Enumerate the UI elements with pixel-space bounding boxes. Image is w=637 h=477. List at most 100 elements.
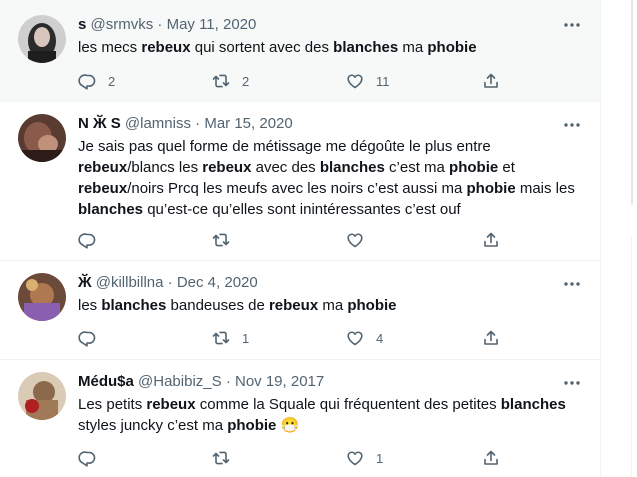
highlighted-term: phobie — [449, 159, 499, 176]
avatar[interactable] — [18, 114, 66, 162]
avatar[interactable] — [18, 273, 66, 321]
display-name[interactable]: Ӂ — [78, 274, 92, 291]
tweet-text-segment: 😷 — [276, 417, 300, 434]
reply-icon — [78, 451, 96, 467]
retweet-button[interactable] — [212, 230, 242, 250]
tweet-text-segment: c’est ma — [384, 159, 450, 176]
share-button[interactable] — [482, 230, 500, 250]
reply-button[interactable] — [78, 230, 108, 250]
tweet-header: s @srmvks · May 11, 2020 — [78, 15, 586, 35]
avatar[interactable] — [18, 372, 66, 420]
highlighted-term: blanches — [101, 297, 167, 314]
retweet-button[interactable] — [212, 448, 242, 468]
user-handle[interactable]: @Habibiz_S — [138, 373, 222, 390]
reply-icon — [78, 331, 96, 347]
tweet-text-segment: avec des — [251, 159, 320, 176]
highlighted-term: phobie — [466, 180, 516, 197]
retweet-icon — [212, 74, 230, 88]
share-icon — [484, 232, 498, 247]
reply-button[interactable] — [78, 448, 108, 468]
tweet-text: les blanches bandeuses de rebeux ma phob… — [78, 295, 586, 316]
share-button[interactable] — [482, 448, 500, 468]
like-button[interactable]: 4 — [346, 328, 383, 348]
display-name[interactable]: N Ӂ S — [78, 115, 121, 132]
tweet-text-segment: qui sortent avec des — [190, 39, 334, 56]
retweet-count: 2 — [242, 73, 250, 89]
retweet-icon — [212, 331, 230, 345]
tweet-text-segment: ma — [318, 297, 348, 314]
more-icon[interactable] — [562, 20, 582, 30]
highlighted-term: blanches — [500, 396, 566, 413]
tweet-text-segment: Les petits — [78, 396, 147, 413]
tweet[interactable]: s @srmvks · May 11, 2020 les mecs rebeux… — [0, 0, 600, 102]
highlighted-term: rebeux — [78, 180, 128, 197]
tweet-text-segment: styles juncky c’est ma — [78, 417, 228, 434]
retweet-icon — [212, 451, 230, 465]
like-icon — [347, 451, 363, 466]
highlighted-term: rebeux — [202, 159, 252, 176]
tweet-actions — [78, 230, 508, 250]
tweet-actions: 1 — [78, 448, 508, 468]
tweet[interactable]: Médu$a @Habibiz_S · Nov 19, 2017 Les pet… — [0, 360, 600, 477]
reply-button[interactable]: 2 — [78, 71, 115, 91]
highlighted-term: rebeux — [268, 297, 319, 314]
highlighted-term: blanches — [333, 39, 399, 56]
like-count: 1 — [376, 450, 384, 466]
tweet-header: Médu$a @Habibiz_S · Nov 19, 2017 — [78, 372, 586, 392]
tweet-text-segment: bandeuses de — [166, 297, 269, 314]
highlighted-term: phobie — [347, 297, 397, 314]
separator-dot: · — [157, 16, 163, 33]
reply-button[interactable] — [78, 328, 108, 348]
tweet-text-segment: Je sais pas quel forme de métissage me d… — [78, 138, 491, 155]
tweet-actions: 14 — [78, 328, 508, 348]
tweet-text-segment: /noirs Prcq les meufs avec les noirs c’e… — [127, 180, 467, 197]
display-name[interactable]: Médu$a — [78, 373, 134, 390]
like-icon — [347, 331, 363, 346]
retweet-button[interactable]: 1 — [212, 328, 249, 348]
user-handle[interactable]: @srmvks — [91, 16, 154, 33]
tweet-text-segment: /blancs les — [127, 159, 203, 176]
tweet-text-segment: mais les — [515, 180, 575, 197]
tweet[interactable]: Ӂ @killbillna · Dec 4, 2020 les blanches… — [0, 261, 600, 360]
share-button[interactable] — [482, 328, 500, 348]
right-divider — [631, 236, 632, 477]
user-handle[interactable]: @lamniss — [125, 115, 191, 132]
separator-dot: · — [167, 274, 173, 291]
more-icon[interactable] — [562, 279, 582, 289]
display-name[interactable]: s — [78, 16, 86, 33]
highlighted-term: blanches — [78, 201, 144, 218]
tweet-text: Les petits rebeux comme la Squale qui fr… — [78, 394, 586, 436]
like-count: 4 — [376, 330, 384, 346]
tweet-date[interactable]: Dec 4, 2020 — [177, 274, 258, 291]
more-icon[interactable] — [562, 378, 582, 388]
reply-count: 2 — [108, 73, 116, 89]
share-button[interactable] — [482, 71, 500, 91]
more-icon[interactable] — [562, 120, 582, 130]
tweet-text-segment: les — [78, 297, 102, 314]
like-count: 11 — [376, 73, 390, 89]
like-button[interactable]: 1 — [346, 448, 383, 468]
tweet[interactable]: N Ӂ S @lamniss · Mar 15, 2020 Je sais pa… — [0, 102, 600, 261]
tweet-text-segment: comme la Squale qui fréquentent des peti… — [195, 396, 501, 413]
tweet-text: Je sais pas quel forme de métissage me d… — [78, 136, 586, 220]
user-handle[interactable]: @killbillna — [96, 274, 164, 291]
tweet-header: N Ӂ S @lamniss · Mar 15, 2020 — [78, 114, 586, 134]
reply-icon — [78, 74, 96, 90]
tweet-date[interactable]: May 11, 2020 — [167, 16, 257, 33]
highlighted-term: rebeux — [146, 396, 196, 413]
share-icon — [484, 330, 498, 345]
like-icon — [347, 233, 363, 248]
like-button[interactable]: 11 — [346, 71, 390, 91]
scrollbar[interactable] — [631, 0, 633, 205]
like-button[interactable] — [346, 230, 376, 250]
separator-dot: · — [195, 115, 201, 132]
share-icon — [484, 450, 498, 465]
like-icon — [347, 74, 363, 89]
tweet-text-segment: les mecs — [78, 39, 142, 56]
tweet-text-segment: et — [498, 159, 515, 176]
tweet-date[interactable]: Mar 15, 2020 — [204, 115, 292, 132]
retweet-button[interactable]: 2 — [212, 71, 249, 91]
tweet-feed: s @srmvks · May 11, 2020 les mecs rebeux… — [0, 0, 601, 477]
tweet-date[interactable]: Nov 19, 2017 — [235, 373, 324, 390]
avatar[interactable] — [18, 15, 66, 63]
